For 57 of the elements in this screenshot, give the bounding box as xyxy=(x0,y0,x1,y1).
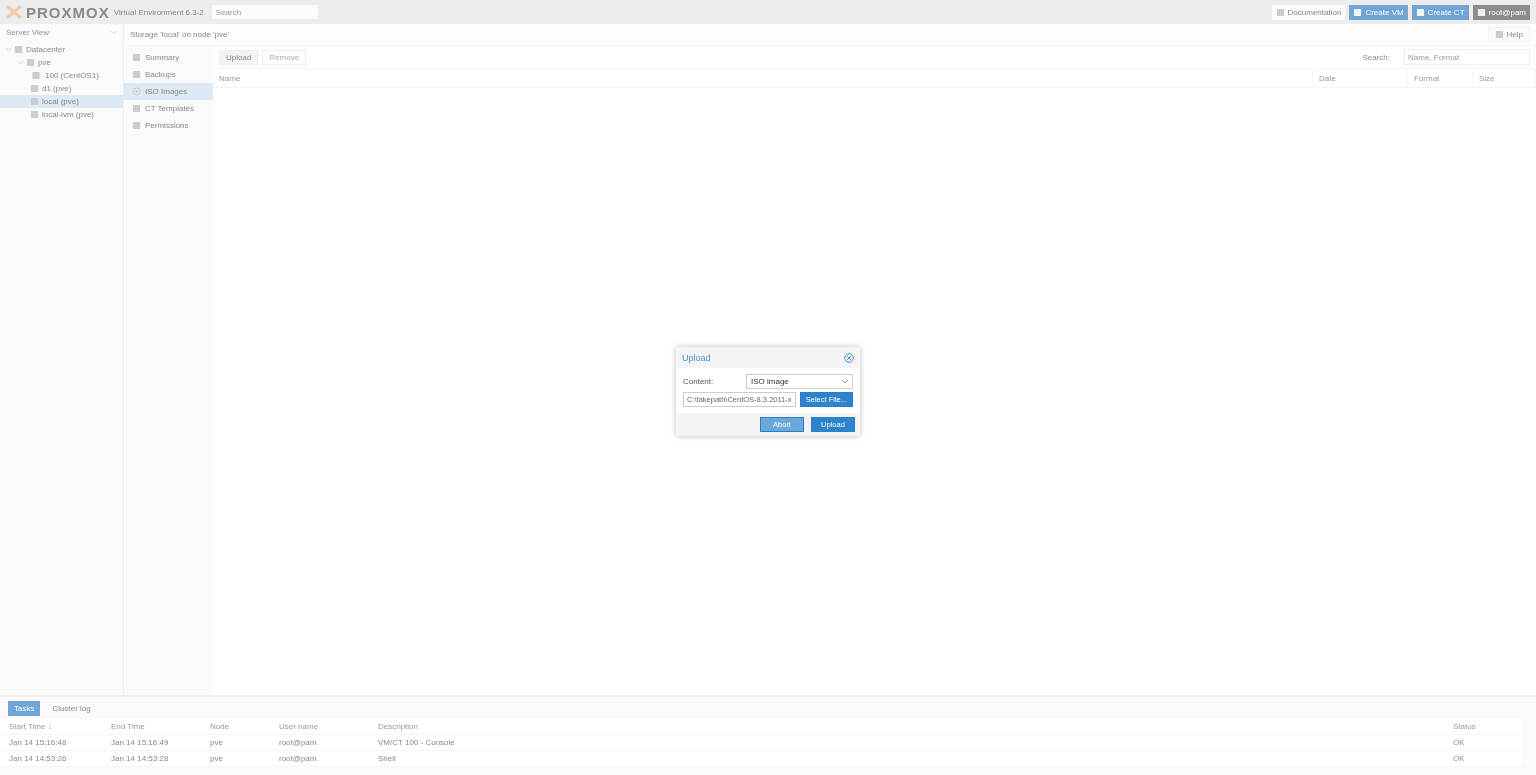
column-header[interactable]: Date xyxy=(1313,69,1408,87)
tree-item[interactable]: Datacenter xyxy=(0,43,123,56)
search-field[interactable]: Search xyxy=(211,5,318,19)
column-header[interactable]: Description xyxy=(369,719,1444,734)
column-header[interactable]: Status xyxy=(1444,719,1522,734)
product-version: Virtual Environment 6.3-2 xyxy=(113,7,204,17)
logo: PROXMOX xyxy=(26,3,110,21)
table-cell-text: OK xyxy=(1452,753,1466,765)
content-select[interactable]: ISO image xyxy=(746,374,853,389)
caret-icon[interactable] xyxy=(18,60,23,65)
header-button[interactable]: Create CT xyxy=(1411,4,1469,20)
close-icon[interactable] xyxy=(844,352,854,363)
menu-item[interactable]: Summary xyxy=(124,49,213,66)
disc-icon xyxy=(132,87,141,96)
column-header[interactable]: User name xyxy=(270,719,369,734)
table-cell-text: Jan 14 15:16:48 xyxy=(8,737,68,749)
tab[interactable]: Cluster log xyxy=(46,700,97,716)
table-cell-text: Jan 14 15:16:49 xyxy=(110,737,170,749)
tab[interactable]: Tasks xyxy=(8,700,41,716)
table-cell-text: VM/CT 100 - Console xyxy=(377,737,456,749)
help-button[interactable]: Help xyxy=(1487,27,1530,42)
table-cell-text: Jan 14 14:53:28 xyxy=(110,753,170,765)
panel-title: Storage 'local' on node 'pve' xyxy=(130,30,230,39)
toolbar-button[interactable]: Upload xyxy=(219,49,259,65)
menu-item[interactable]: Backups xyxy=(124,66,213,83)
menu-item[interactable]: CT Templates xyxy=(124,100,213,117)
table-cell-text: OK xyxy=(1452,737,1466,749)
dropdown-icon xyxy=(842,379,848,384)
column-header[interactable]: Start Time ↓ xyxy=(0,719,102,734)
table-cell-text: root@pam xyxy=(278,753,318,765)
table-cell-text: pve xyxy=(209,737,224,749)
column-header[interactable]: Node xyxy=(201,719,270,734)
search-label: Search: xyxy=(1362,52,1390,62)
table-cell-text: Jan 14 14:53:26 xyxy=(8,753,68,765)
dropdown-icon xyxy=(111,30,117,35)
column-header[interactable]: Format xyxy=(1408,69,1473,87)
tree-item[interactable]: local-lvm (pve) xyxy=(0,108,123,121)
caret-icon[interactable] xyxy=(6,47,11,52)
column-header[interactable]: End Time xyxy=(102,719,201,734)
header-button[interactable]: Documentation xyxy=(1271,4,1346,20)
table-cell-text: pve xyxy=(209,753,224,765)
dialog-title: Upload xyxy=(682,352,711,363)
tree-item[interactable]: 100 (CentOS1) xyxy=(0,69,123,82)
column-header[interactable]: Size xyxy=(1473,69,1536,87)
x-logo-icon xyxy=(6,5,22,19)
header-button[interactable]: Create VM xyxy=(1349,4,1408,20)
tree-item[interactable]: local (pve) xyxy=(0,95,123,108)
field-label: Content: xyxy=(683,377,715,386)
tree-item[interactable]: pve xyxy=(0,56,123,69)
search-field[interactable]: Name, Format xyxy=(1404,49,1530,65)
table-cell-text: root@pam xyxy=(278,737,318,749)
user-menu-button[interactable]: root@pam xyxy=(1472,4,1530,20)
menu-item[interactable]: Permissions xyxy=(124,117,213,134)
column-header[interactable]: Name xyxy=(213,69,1313,87)
table-cell-text: Shell xyxy=(377,753,397,765)
tree-item[interactable]: d1 (pve) xyxy=(0,82,123,95)
menu-item[interactable]: ISO Images xyxy=(124,83,213,100)
